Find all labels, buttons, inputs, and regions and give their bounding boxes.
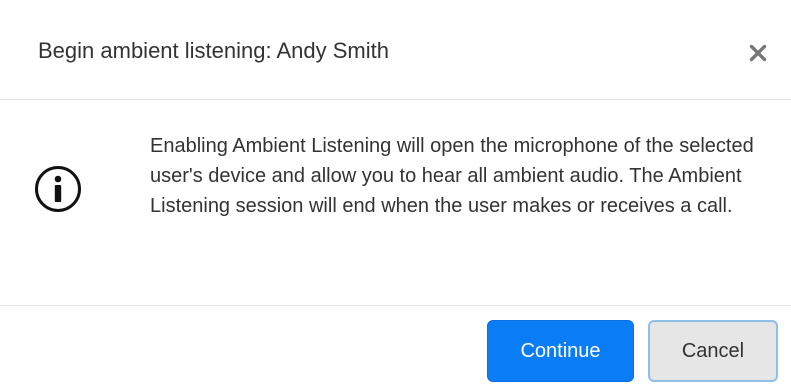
- close-icon: [749, 44, 767, 62]
- close-button[interactable]: [743, 38, 773, 68]
- info-icon: [35, 166, 81, 212]
- continue-button[interactable]: Continue: [487, 320, 634, 382]
- dialog-body: Enabling Ambient Listening will open the…: [0, 100, 791, 306]
- dialog-message: Enabling Ambient Listening will open the…: [150, 135, 754, 217]
- dialog-title: Begin ambient listening: Andy Smith: [38, 38, 389, 63]
- ambient-listening-dialog: Begin ambient listening: Andy Smith Enab…: [0, 0, 791, 391]
- cancel-button[interactable]: Cancel: [648, 320, 778, 382]
- dialog-footer: Continue Cancel: [0, 306, 791, 391]
- dialog-header: Begin ambient listening: Andy Smith: [0, 0, 791, 100]
